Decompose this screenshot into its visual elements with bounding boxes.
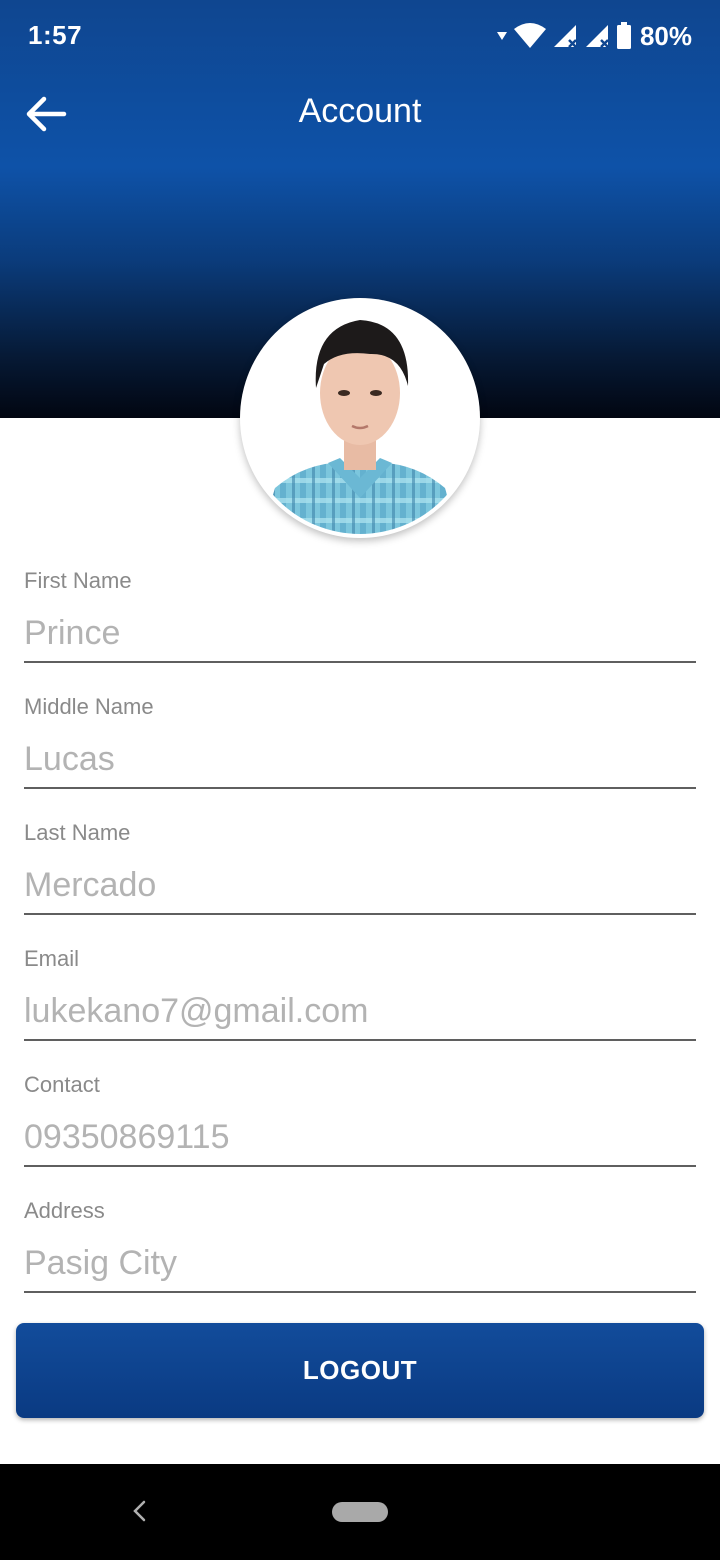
account-form: First Name Prince Middle Name Lucas Last… (24, 564, 696, 1320)
middle-name-field[interactable]: Middle Name Lucas (24, 690, 696, 816)
first-name-input[interactable]: Prince (24, 614, 696, 653)
contact-input[interactable]: 09350869115 (24, 1118, 696, 1157)
first-name-label: First Name (24, 568, 132, 593)
last-name-field[interactable]: Last Name Mercado (24, 816, 696, 942)
signal-icon (552, 23, 578, 49)
middle-name-input[interactable]: Lucas (24, 740, 696, 779)
signal-icon (584, 23, 610, 49)
chevron-left-icon (131, 1499, 147, 1528)
battery-percentage: 80% (639, 20, 692, 51)
field-underline (24, 1039, 696, 1041)
page-title: Account (298, 92, 422, 130)
battery-icon (616, 22, 632, 50)
address-input[interactable]: Pasig City (24, 1244, 696, 1283)
app-bar: Account (0, 72, 720, 156)
email-input[interactable]: lukekano7@gmail.com (24, 992, 696, 1031)
contact-field[interactable]: Contact 09350869115 (24, 1068, 696, 1194)
wifi-icon (513, 23, 546, 49)
last-name-input[interactable]: Mercado (24, 866, 696, 905)
address-label: Address (24, 1198, 105, 1223)
field-underline (24, 1165, 696, 1167)
last-name-label: Last Name (24, 820, 131, 845)
email-label: Email (24, 946, 80, 971)
field-underline (24, 913, 696, 915)
field-underline (24, 1291, 696, 1293)
profile-photo (244, 302, 476, 534)
avatar[interactable] (240, 298, 480, 538)
first-name-field[interactable]: First Name Prince (24, 564, 696, 690)
address-field[interactable]: Address Pasig City (24, 1194, 696, 1320)
data-arrow-icon (496, 30, 508, 42)
contact-label: Contact (24, 1072, 100, 1097)
system-nav-bar (0, 1464, 720, 1560)
status-bar: 1:57 80% (0, 0, 720, 72)
middle-name-label: Middle Name (24, 694, 154, 719)
status-icons: 80% (496, 18, 692, 54)
nav-home-button[interactable] (332, 1502, 388, 1522)
field-underline (24, 661, 696, 663)
field-underline (24, 787, 696, 789)
status-time: 1:57 (28, 20, 83, 50)
logout-button[interactable]: LOGOUT (16, 1323, 704, 1418)
nav-back-button[interactable] (124, 1496, 154, 1530)
email-field[interactable]: Email lukekano7@gmail.com (24, 942, 696, 1068)
logout-label: LOGOUT (302, 1355, 418, 1385)
